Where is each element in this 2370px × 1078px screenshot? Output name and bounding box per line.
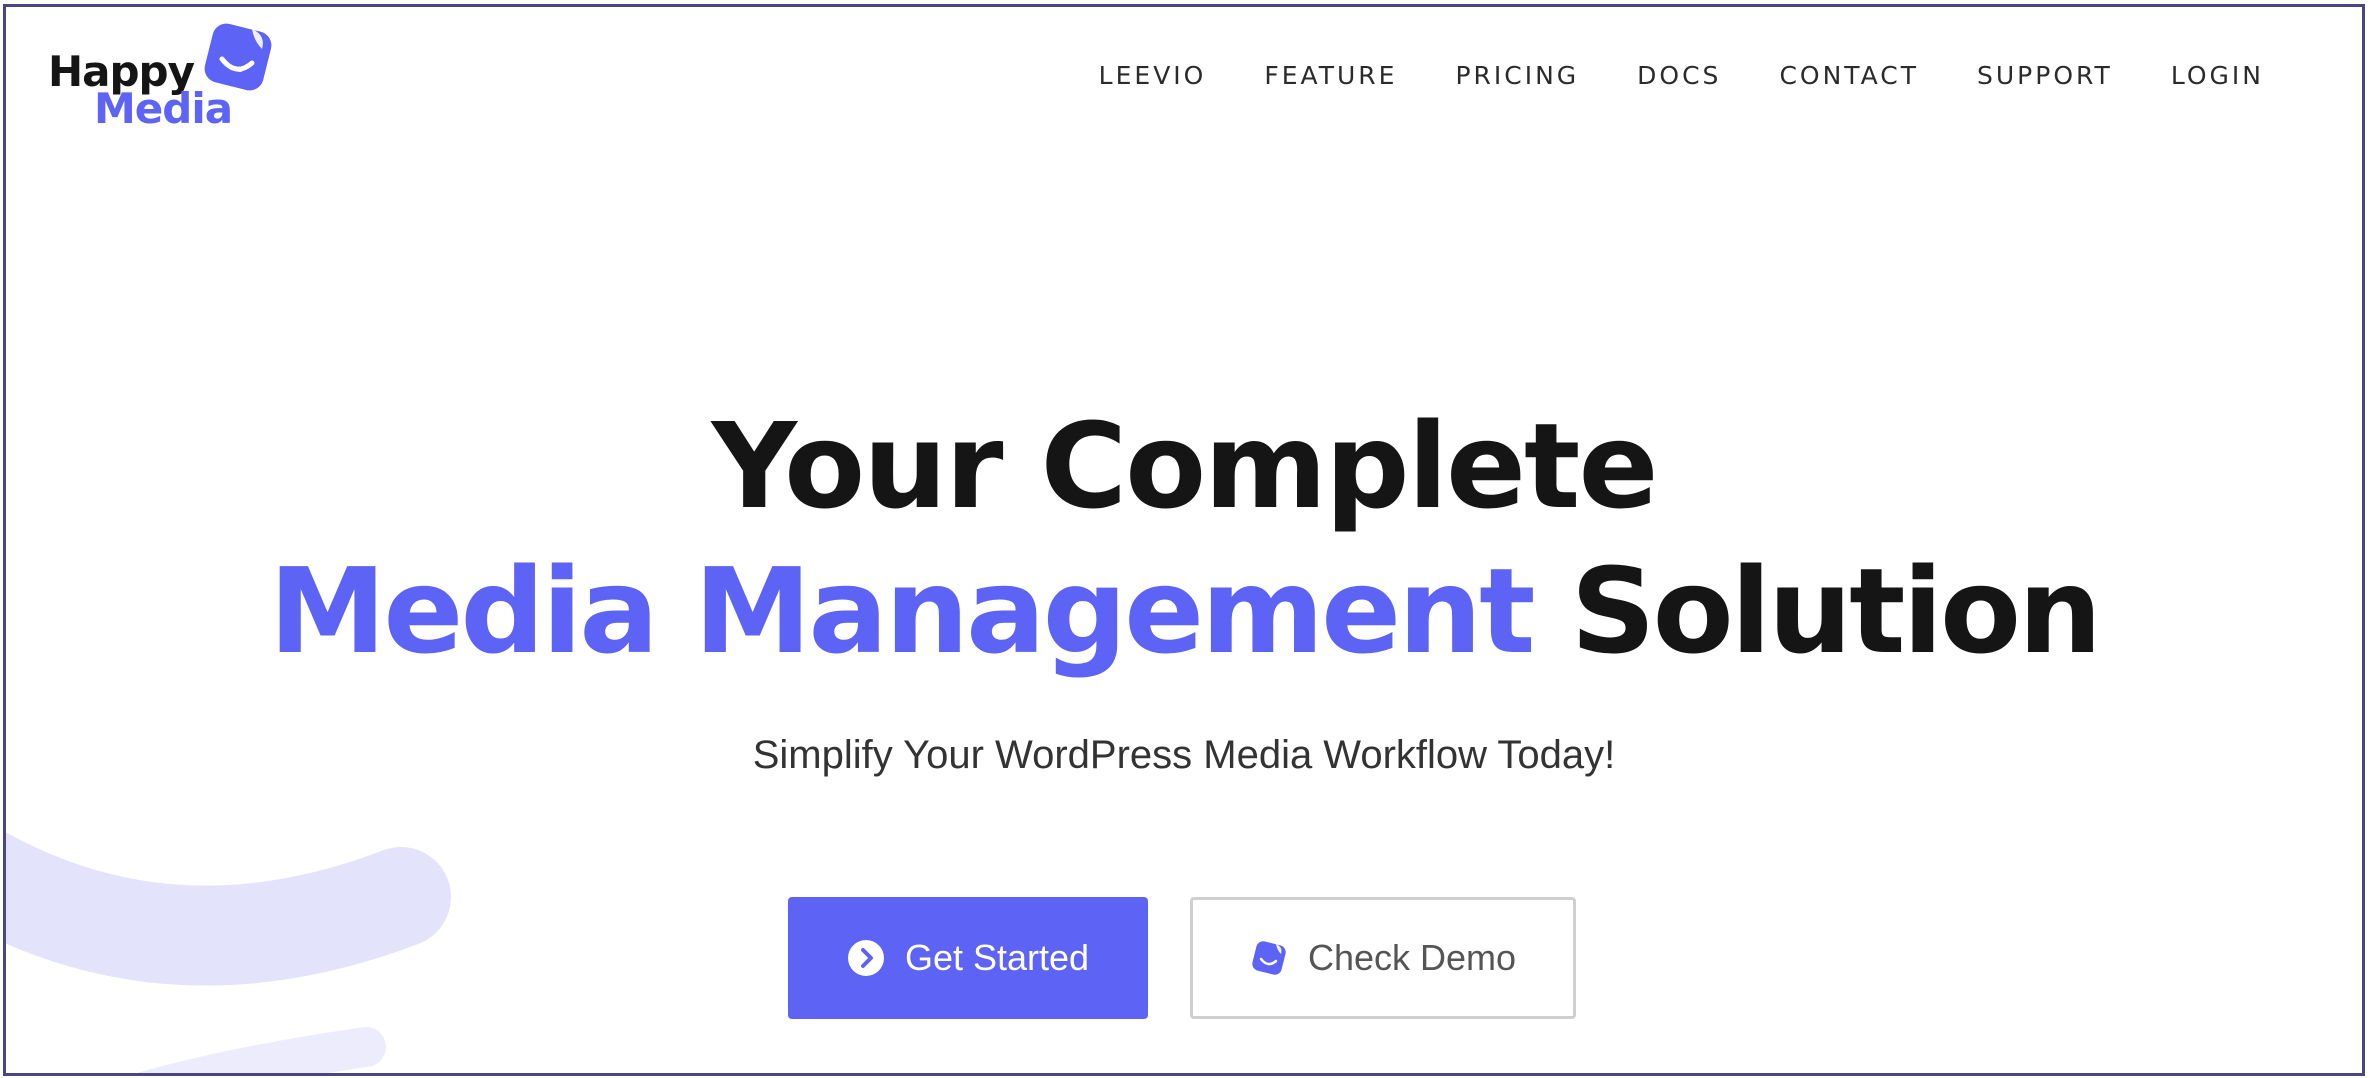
hero-title-line2: Media Management Solution bbox=[6, 552, 2362, 670]
check-demo-label: Check Demo bbox=[1307, 937, 1517, 978]
get-started-button[interactable]: Get Started bbox=[788, 897, 1148, 1019]
nav-leevio[interactable]: LEEVIO bbox=[1099, 61, 1207, 90]
nav-login[interactable]: LOGIN bbox=[2171, 61, 2264, 90]
decorative-swoosh bbox=[6, 832, 451, 1073]
page-frame: Happy Media LEEVIO FEATURE PRICING DOCS … bbox=[3, 4, 2365, 1076]
nav-docs[interactable]: DOCS bbox=[1637, 61, 1721, 90]
hero-title-line1: Your Complete bbox=[711, 397, 1659, 535]
get-started-label: Get Started bbox=[904, 937, 1090, 978]
nav-support[interactable]: SUPPORT bbox=[1977, 61, 2113, 90]
brand-logo[interactable]: Happy Media bbox=[46, 15, 286, 135]
chevron-right-circle-icon bbox=[847, 939, 885, 977]
hero-title-highlight: Media Management bbox=[268, 542, 1536, 680]
hero-title-rest: Solution bbox=[1570, 542, 2102, 680]
happy-media-mark-icon bbox=[1250, 939, 1288, 977]
check-demo-button[interactable]: Check Demo bbox=[1190, 897, 1576, 1019]
hero-subtitle: Simplify Your WordPress Media Workflow T… bbox=[752, 733, 1616, 777]
nav-feature[interactable]: FEATURE bbox=[1264, 61, 1397, 90]
nav-pricing[interactable]: PRICING bbox=[1455, 61, 1579, 90]
happy-media-mark-icon bbox=[204, 23, 272, 91]
nav-contact[interactable]: CONTACT bbox=[1779, 61, 1919, 90]
main-nav: LEEVIO FEATURE PRICING DOCS CONTACT SUPP… bbox=[1041, 61, 2264, 90]
